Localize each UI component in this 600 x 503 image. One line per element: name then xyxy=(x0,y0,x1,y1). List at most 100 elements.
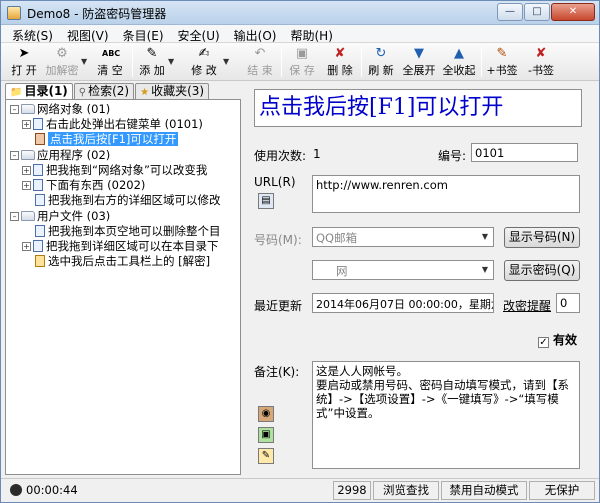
save-button[interactable]: ▣ 保 存 xyxy=(284,45,320,79)
collapse-toggle-icon[interactable]: – xyxy=(10,151,19,160)
tab-directory[interactable]: 📁 目录(1) xyxy=(5,83,73,99)
collapse-toggle-icon[interactable]: – xyxy=(10,212,19,221)
tab-search-label: 检索(2) xyxy=(88,84,130,98)
status-bar: 00:00:44 2998 浏览查找 禁用自动模式 无保护 xyxy=(1,478,599,502)
maximize-button[interactable]: □ xyxy=(524,3,550,21)
lock-icon xyxy=(35,255,45,267)
url-field[interactable]: http://www.renren.com xyxy=(312,175,580,213)
menu-output[interactable]: 输出(O) xyxy=(227,25,284,43)
status-auto-mode[interactable]: 禁用自动模式 xyxy=(441,481,527,500)
password-value: 网 xyxy=(336,264,348,278)
status-browse[interactable]: 浏览查找 xyxy=(373,481,439,500)
edit-dropdown-icon[interactable]: ▼ xyxy=(223,57,229,66)
key-icon[interactable]: ◉ xyxy=(258,406,274,422)
show-password-button[interactable]: 显示密码(Q) xyxy=(504,260,580,281)
save-icon: ▣ xyxy=(295,46,309,61)
last-update-label: 最近更新 xyxy=(254,299,303,313)
tree-item[interactable]: 把我拖到本页空地可以删除整个目 xyxy=(35,224,221,238)
expand-all-button[interactable]: ▼ 全展开 xyxy=(400,45,438,79)
folder-icon: 📁 xyxy=(10,87,23,98)
tree-label: 下面有东西 (0202) xyxy=(46,178,146,192)
note-icon[interactable]: ✎ xyxy=(258,448,274,464)
add-dropdown-icon[interactable]: ▼ xyxy=(168,57,174,66)
clear-label: 清 空 xyxy=(97,64,123,77)
password-combo[interactable]: 网 ▼ xyxy=(312,260,494,280)
expand-toggle-icon[interactable]: + xyxy=(22,166,31,175)
account-combo[interactable]: QQ邮箱 ▼ xyxy=(312,227,494,247)
chevron-down-icon[interactable]: ▼ xyxy=(478,262,492,278)
menu-entry[interactable]: 条目(E) xyxy=(116,25,171,43)
tree-folder[interactable]: – 网络对象 (01) xyxy=(10,102,110,116)
remove-bookmark-button[interactable]: ✘ -书签 xyxy=(523,45,559,79)
tree-item[interactable]: 把我拖到右方的详细区域可以修改 xyxy=(35,193,221,207)
minimize-button[interactable]: — xyxy=(497,3,523,21)
image-icon[interactable]: ▣ xyxy=(258,427,274,443)
tree-label: 把我拖到详细区域可以在本目录下 xyxy=(46,239,219,253)
tab-search[interactable]: ⚲ 检索(2) xyxy=(73,83,135,99)
tab-favorites[interactable]: ★ 收藏夹(3) xyxy=(135,83,210,99)
toolbar: ➤ 打 开 ⚙ 加解密 ▼ ABC 清 空 ✎ 添 加 ▼ ✍ 修 改 ▼ ↶ … xyxy=(1,43,599,81)
folder-icon xyxy=(21,150,35,160)
add-label: 添 加 xyxy=(139,64,165,77)
open-button[interactable]: ➤ 打 开 xyxy=(7,45,41,79)
status-time-value: 00:00:44 xyxy=(26,483,78,497)
copy-icon[interactable]: ▤ xyxy=(258,193,274,209)
show-account-button[interactable]: 显示号码(N) xyxy=(504,227,580,248)
tree-folder[interactable]: – 应用程序 (02) xyxy=(10,148,110,162)
tree-item[interactable]: + 右击此处弹出右键菜单 (0101) xyxy=(22,117,203,131)
title-bar: Demo8 - 防盗密码管理器 — □ ✕ xyxy=(1,1,599,25)
directory-tree[interactable]: – 网络对象 (01) + 右击此处弹出右键菜单 (0101) 点击我后按[F1]可… xyxy=(5,99,241,475)
tree-item[interactable]: + 下面有东西 (0202) xyxy=(22,178,145,192)
tree-folder[interactable]: – 用户文件 (03) xyxy=(10,209,110,223)
status-protect[interactable]: 无保护 xyxy=(529,481,595,500)
edit-icon: ✍ xyxy=(198,46,210,61)
add-button[interactable]: ✎ 添 加 xyxy=(137,45,167,79)
menu-security[interactable]: 安全(U) xyxy=(171,25,227,43)
url-label: URL(R) xyxy=(254,175,296,189)
app-icon xyxy=(7,6,21,20)
document-icon xyxy=(35,225,45,237)
tree-label: 用户文件 (03) xyxy=(37,209,111,223)
left-panel: 📁 目录(1) ⚲ 检索(2) ★ 收藏夹(3) – 网络对象 (01) + 右击此处弹出… xyxy=(5,83,241,475)
number-field[interactable]: 0101 xyxy=(471,143,578,162)
number-label: 编号: xyxy=(438,149,467,163)
use-count-value: 1 xyxy=(313,147,321,161)
finish-button[interactable]: ↶ 结 束 xyxy=(241,45,279,79)
expand-toggle-icon[interactable]: + xyxy=(22,242,31,251)
tree-item[interactable]: 选中我后点击工具栏上的 [解密] xyxy=(35,254,210,268)
edit-label: 修 改 xyxy=(191,64,217,77)
chevron-down-icon[interactable]: ▼ xyxy=(478,229,492,245)
valid-checkbox[interactable]: ✓ 有效 xyxy=(538,331,577,348)
collapse-toggle-icon[interactable]: – xyxy=(10,105,19,114)
document-icon xyxy=(35,194,45,206)
unlock-dropdown-icon[interactable]: ▼ xyxy=(81,57,87,66)
delete-button[interactable]: ✘ 删 除 xyxy=(322,45,358,79)
detail-panel: 点击我后按[F1]可以打开 使用次数: 1 编号: 0101 URL(R) ▤ … xyxy=(246,83,596,475)
collapse-all-button[interactable]: ▲ 全收起 xyxy=(439,45,479,79)
unlock-button[interactable]: ⚙ 加解密 xyxy=(43,45,81,79)
reminder-days-field[interactable]: 0 xyxy=(556,293,580,313)
refresh-icon: ↻ xyxy=(375,46,387,61)
document-icon xyxy=(33,179,43,191)
finish-label: 结 束 xyxy=(247,64,273,77)
edit-button[interactable]: ✍ 修 改 xyxy=(187,45,221,79)
refresh-button[interactable]: ↻ 刷 新 xyxy=(364,45,398,79)
change-reminder-link[interactable]: 改密提醒 xyxy=(503,297,551,314)
expand-toggle-icon[interactable]: + xyxy=(22,181,31,190)
notes-textarea[interactable]: 这是人人网帐号。 要启动或禁用号码、密码自动填写模式，请到【系统】->【选项设置… xyxy=(312,361,580,469)
close-button[interactable]: ✕ xyxy=(551,3,595,21)
add-bookmark-button[interactable]: ✎ +书签 xyxy=(484,45,520,79)
clear-button[interactable]: ABC 清 空 xyxy=(93,45,127,79)
tree-item[interactable]: + 把我拖到详细区域可以在本目录下 xyxy=(22,239,219,253)
tree-label: 把我拖到本页空地可以删除整个目 xyxy=(48,224,221,238)
key-icon xyxy=(35,133,45,145)
tree-item[interactable]: 点击我后按[F1]可以打开 xyxy=(35,132,179,146)
account-value: QQ邮箱 xyxy=(316,231,358,245)
menu-view[interactable]: 视图(V) xyxy=(60,25,116,43)
tree-item[interactable]: + 把我拖到“网络对象”可以改变我 xyxy=(22,163,207,177)
menu-help[interactable]: 帮助(H) xyxy=(283,25,339,43)
star-icon: ★ xyxy=(140,87,150,98)
last-update-field[interactable]: 2014年06月07日 00:00:00，星期六 xyxy=(312,293,494,313)
menu-system[interactable]: 系统(S) xyxy=(5,25,60,43)
expand-toggle-icon[interactable]: + xyxy=(22,120,31,129)
